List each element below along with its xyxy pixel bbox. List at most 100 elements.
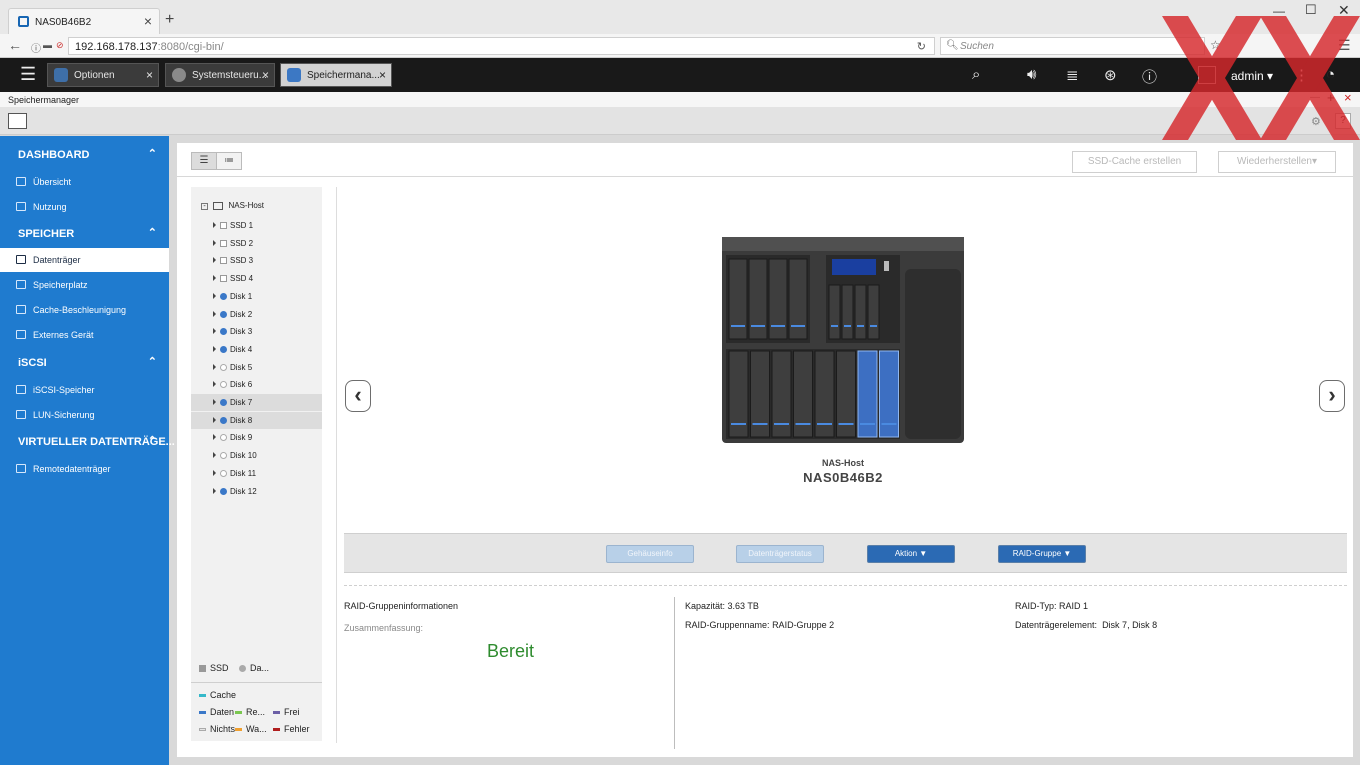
sidebar-section-speicher[interactable]: SPEICHER ⌃ <box>0 223 169 245</box>
expand-icon[interactable] <box>213 416 216 423</box>
expand-icon[interactable] <box>213 399 216 405</box>
sidebar-item-speicherplatz[interactable]: Speicherplatz <box>0 273 169 297</box>
expand-icon[interactable] <box>213 310 216 317</box>
close-app-tab-icon[interactable]: × <box>262 68 269 82</box>
options-icon <box>54 68 68 82</box>
close-app-tab-icon[interactable]: × <box>146 68 153 82</box>
expand-icon[interactable] <box>213 469 216 476</box>
expand-icon[interactable] <box>213 434 216 441</box>
ssd-cache-button[interactable]: SSD-Cache erstellen <box>1072 151 1197 173</box>
tree-node[interactable]: Disk 9 <box>191 429 322 446</box>
tree-node[interactable]: Disk 7 <box>191 394 322 411</box>
tree-node[interactable]: Disk 10 <box>191 447 322 464</box>
sidebar-toggle-icon[interactable] <box>8 113 27 129</box>
expand-icon[interactable] <box>213 363 216 370</box>
enclosure-info-button[interactable]: Gehäuseinfo <box>606 545 694 563</box>
tree-node[interactable]: SSD 1 <box>191 217 322 234</box>
disk-status-button[interactable]: Datenträgerstatus <box>736 545 824 563</box>
tree-node[interactable]: Disk 2 <box>191 306 322 323</box>
tree-node[interactable]: SSD 4 <box>191 270 322 287</box>
tree-root[interactable]: - NAS-Host <box>201 201 264 210</box>
reload-icon[interactable]: ↻ <box>917 40 926 53</box>
tree-node[interactable]: Disk 8 <box>191 411 322 429</box>
app-tab-optionen[interactable]: Optionen × <box>47 63 159 87</box>
tree-node[interactable]: Disk 11 <box>191 465 322 482</box>
watermark-logo <box>1162 16 1360 140</box>
expand-icon[interactable] <box>213 487 216 494</box>
sidebar-item-lun-sicherung[interactable]: LUN-Sicherung <box>0 403 169 427</box>
sidebar-section-virtual[interactable]: VIRTUELLER DATENTRÄGE... ⌃ <box>0 431 175 453</box>
next-device-button[interactable]: › <box>1319 380 1345 412</box>
cache-icon <box>16 305 26 314</box>
collapse-icon[interactable]: ⌃ <box>148 355 157 368</box>
expand-icon[interactable] <box>213 381 216 388</box>
disk-tree: - NAS-Host SSD 1 SSD 2 SSD 3 SSD 4 Disk 1 Dis… <box>191 187 322 741</box>
background-tasks-icon[interactable]: ≣ <box>1066 66 1079 84</box>
collapse-icon[interactable]: ⌃ <box>148 434 157 447</box>
device-carousel: ‹ › NAS-Host NAS0B46B2 <box>337 187 1346 532</box>
sidebar-section-dashboard[interactable]: DASHBOARD ⌃ <box>0 144 169 166</box>
app-tab-speichermanager[interactable]: Speichermana... × <box>280 63 392 87</box>
tree-node-label: Disk 4 <box>230 344 253 354</box>
volume-icon[interactable]: 🔊︎ <box>1027 66 1036 83</box>
new-tab-icon[interactable]: + <box>165 11 174 29</box>
search-icon[interactable]: ⌕ <box>972 66 980 83</box>
sidebar-item-datentraeger[interactable]: Datenträger <box>0 248 169 272</box>
capacity-label: Kapazität: <box>685 601 726 611</box>
expand-icon[interactable] <box>213 239 216 246</box>
collapse-icon[interactable]: ⌃ <box>148 226 157 239</box>
tree-node[interactable]: Disk 1 <box>191 288 322 305</box>
close-app-tab-icon[interactable]: × <box>379 68 386 82</box>
navigation-bar: ← ⓘ ▬ ⊘ 192.168.178.137:8080/cgi-bin/ ↻ … <box>0 34 1360 58</box>
collapse-icon[interactable]: ⌃ <box>148 147 157 160</box>
app-tab-label: Speichermana... <box>307 70 380 81</box>
sidebar-item-iscsi-speicher[interactable]: iSCSI-Speicher <box>0 378 169 402</box>
prev-device-button[interactable]: ‹ <box>345 380 371 412</box>
tree-node-label: Disk 6 <box>230 380 253 390</box>
expand-icon[interactable] <box>213 275 216 282</box>
expand-icon[interactable] <box>213 292 216 299</box>
browser-tab[interactable]: NAS0B46B2 × <box>8 8 160 34</box>
expand-icon[interactable] <box>213 257 216 264</box>
external-device-icon[interactable]: ⊛ <box>1104 66 1117 84</box>
action-dropdown-button[interactable]: Aktion ▼ <box>867 545 955 563</box>
sidebar-item-cache[interactable]: Cache-Beschleunigung <box>0 298 169 322</box>
expand-icon[interactable] <box>213 452 216 459</box>
tree-node[interactable]: SSD 3 <box>191 252 322 269</box>
close-tab-icon[interactable]: × <box>144 13 152 29</box>
expand-icon[interactable] <box>213 222 216 228</box>
tree-node[interactable]: Disk 12 <box>191 483 322 500</box>
section-label: iSCSI <box>18 357 47 369</box>
raid-group-dropdown-button[interactable]: RAID-Gruppe ▼ <box>998 545 1086 563</box>
graphic-view-button[interactable]: ☰ <box>191 152 217 170</box>
tree-node[interactable]: Disk 6 <box>191 376 322 393</box>
collapse-icon[interactable]: - <box>201 203 208 210</box>
legend-item: Daten <box>199 707 234 717</box>
backup-icon <box>16 410 26 419</box>
expand-icon[interactable] <box>213 345 216 352</box>
storage-space-icon <box>16 280 26 289</box>
sidebar-item-uebersicht[interactable]: Übersicht <box>0 170 169 194</box>
sidebar-item-nutzung[interactable]: Nutzung <box>0 195 169 219</box>
list-view-button[interactable]: ≔ <box>216 152 242 170</box>
expand-icon[interactable] <box>213 328 216 335</box>
info-icon[interactable]: ⓘ <box>31 40 41 55</box>
back-icon[interactable]: ← <box>8 37 22 53</box>
sidebar-section-iscsi[interactable]: iSCSI ⌃ <box>0 352 169 374</box>
sidebar-item-remote[interactable]: Remotedatenträger <box>0 457 169 481</box>
sidebar-item-extern[interactable]: Externes Gerät <box>0 323 169 347</box>
tree-node[interactable]: Disk 5 <box>191 359 322 376</box>
drive-bay <box>854 284 867 340</box>
tree-node[interactable]: Disk 3 <box>191 323 322 340</box>
app-tab-systemsteuerung[interactable]: Systemsteueru... × <box>165 63 275 87</box>
sidebar-item-label: Speicherplatz <box>33 280 88 290</box>
app-title-bar: Speichermanager — + × <box>0 90 1360 107</box>
notification-icon[interactable]: ⓘ <box>1142 66 1157 87</box>
restore-button[interactable]: Wiederherstellen▾ <box>1218 151 1336 173</box>
capacity-value: 3.63 TB <box>727 601 759 611</box>
tree-node[interactable]: SSD 2 <box>191 235 322 252</box>
legend-swatch-icon <box>235 728 242 732</box>
url-field[interactable]: 192.168.178.137:8080/cgi-bin/ ↻ <box>68 37 935 55</box>
tree-node[interactable]: Disk 4 <box>191 341 322 358</box>
main-menu-icon[interactable]: ☰ <box>20 64 36 85</box>
